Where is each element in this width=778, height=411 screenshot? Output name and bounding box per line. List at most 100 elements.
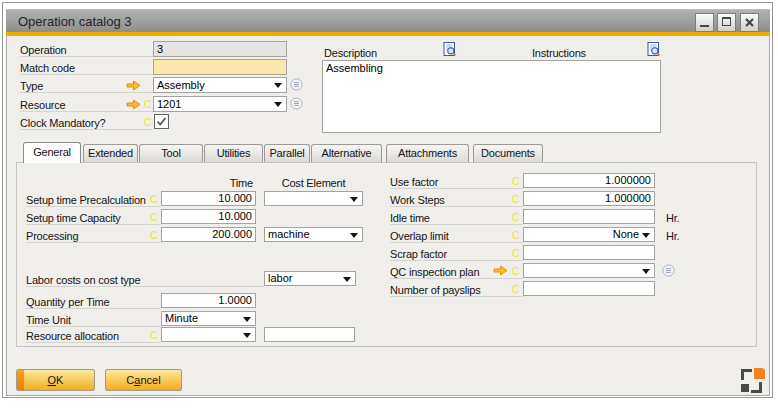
description-preview-icon[interactable]: [443, 42, 456, 57]
description-textarea[interactable]: Assembling: [322, 60, 661, 133]
tab-general[interactable]: General: [23, 142, 81, 163]
idle-time-field[interactable]: [523, 209, 655, 224]
row-underline: [390, 242, 523, 243]
window-title: Operation catalog 3: [18, 14, 131, 29]
tab-utilities[interactable]: Utilities: [204, 144, 263, 162]
c-indicator-icon: C: [512, 176, 519, 187]
clock-mandatory-label: Clock Mandatory?: [20, 116, 105, 130]
row-underline: [390, 206, 523, 207]
resource-combo[interactable]: 1201: [153, 96, 287, 112]
work-steps-field[interactable]: 1.000000: [523, 191, 655, 206]
processing-label: Processing: [26, 229, 78, 243]
row-underline: [20, 92, 153, 93]
row-underline: [26, 286, 264, 287]
dropdown-arrow-icon: [274, 83, 282, 88]
c-indicator-icon: C: [150, 230, 157, 241]
match-code-field[interactable]: [153, 59, 287, 75]
operation-label: Operation: [20, 43, 67, 57]
row-underline: [26, 206, 161, 207]
close-button[interactable]: [740, 13, 759, 32]
overlap-limit-combo[interactable]: None: [523, 227, 655, 242]
labor-costs-combo[interactable]: labor: [264, 271, 356, 286]
type-combo[interactable]: Assembly: [153, 77, 287, 93]
list-icon[interactable]: [662, 264, 675, 277]
type-label: Type: [20, 79, 43, 93]
row-underline: [26, 224, 161, 225]
dropdown-arrow-icon: [642, 269, 650, 274]
row-underline: [20, 74, 153, 75]
tab-attachments[interactable]: Attachments: [386, 144, 469, 162]
row-underline: [390, 188, 523, 189]
tab-alternative[interactable]: Alternative: [311, 144, 382, 162]
row-underline: [390, 296, 523, 297]
row-underline: [26, 326, 161, 327]
setup-capacity-time-field[interactable]: 10.000: [161, 209, 256, 224]
c-indicator-icon: C: [512, 230, 519, 241]
setup-precalc-label: Setup time Precalculation: [26, 193, 146, 207]
tab-tool[interactable]: Tool: [139, 144, 203, 162]
c-indicator-icon: C: [150, 194, 157, 205]
time-column-header: Time: [161, 176, 253, 190]
cancel-button[interactable]: Cancel: [105, 369, 182, 391]
dropdown-arrow-icon: [243, 317, 251, 322]
dropdown-arrow-icon: [243, 333, 251, 338]
maximize-icon: [722, 17, 731, 26]
labor-costs-label: Labor costs on cost type: [26, 273, 140, 287]
processing-cost-element-combo[interactable]: machine: [264, 227, 363, 242]
idle-time-unit: Hr.: [666, 211, 679, 225]
resource-label: Resource: [20, 98, 65, 112]
clock-mandatory-checkbox[interactable]: [154, 114, 169, 129]
number-of-payslips-label: Number of payslips: [390, 283, 481, 297]
resize-grip-icon[interactable]: [741, 368, 765, 393]
dropdown-arrow-icon: [343, 277, 351, 282]
operation-field: 3: [153, 41, 287, 57]
type-combo-value: Assembly: [157, 78, 271, 92]
row-underline: [390, 224, 523, 225]
labor-costs-value: labor: [268, 272, 340, 285]
processing-time-field[interactable]: 200.000: [161, 227, 256, 242]
c-indicator-icon: C: [512, 248, 519, 259]
tab-extended[interactable]: Extended: [83, 144, 138, 162]
minimize-icon: [700, 25, 709, 27]
overlap-limit-value: None: [527, 228, 639, 241]
link-arrow-icon[interactable]: [493, 265, 508, 276]
processing-cost-element-value: machine: [268, 228, 347, 241]
scrap-factor-field[interactable]: [523, 245, 655, 260]
ok-button-label: O: [48, 374, 57, 386]
link-arrow-icon[interactable]: [126, 80, 141, 91]
quantity-per-time-label: Quantity per Time: [26, 295, 109, 309]
match-code-label: Match code: [20, 61, 75, 75]
maximize-button[interactable]: [717, 13, 736, 32]
use-factor-field[interactable]: 1.000000: [523, 173, 655, 188]
list-icon[interactable]: [290, 78, 303, 91]
dropdown-arrow-icon: [350, 197, 358, 202]
setup-precalc-time-field[interactable]: 10.000: [161, 191, 256, 206]
time-unit-value: Minute: [165, 312, 240, 325]
row-underline: [26, 242, 161, 243]
link-arrow-icon[interactable]: [126, 99, 141, 110]
cancel-button-label-rest: ncel: [140, 374, 160, 386]
c-indicator-icon: C: [512, 284, 519, 295]
number-of-payslips-field[interactable]: [523, 281, 655, 296]
setup-capacity-label: Setup time Capacity: [26, 211, 121, 225]
use-factor-label: Use factor: [390, 175, 438, 189]
quantity-per-time-field[interactable]: 1.0000: [161, 293, 256, 308]
resource-allocation-extra-field[interactable]: [264, 327, 355, 342]
c-indicator-icon: C: [512, 212, 519, 223]
c-indicator-icon: C: [150, 330, 157, 341]
minimize-button[interactable]: [695, 13, 714, 32]
resource-allocation-label: Resource allocation: [26, 329, 119, 343]
tab-documents[interactable]: Documents: [473, 144, 543, 162]
ok-button[interactable]: OK: [16, 369, 95, 391]
resource-allocation-combo[interactable]: [161, 327, 256, 342]
row-underline: [390, 260, 523, 261]
qc-inspection-plan-combo[interactable]: [523, 263, 655, 278]
time-unit-combo[interactable]: Minute: [161, 311, 256, 326]
list-icon[interactable]: [290, 97, 303, 110]
instructions-preview-icon[interactable]: [647, 42, 660, 57]
setup-precalc-cost-element-combo[interactable]: [264, 191, 363, 206]
c-indicator-icon: C: [144, 117, 151, 128]
tab-parallel[interactable]: Parallel: [264, 144, 310, 162]
c-indicator-icon: C: [150, 212, 157, 223]
dropdown-arrow-icon: [642, 233, 650, 238]
